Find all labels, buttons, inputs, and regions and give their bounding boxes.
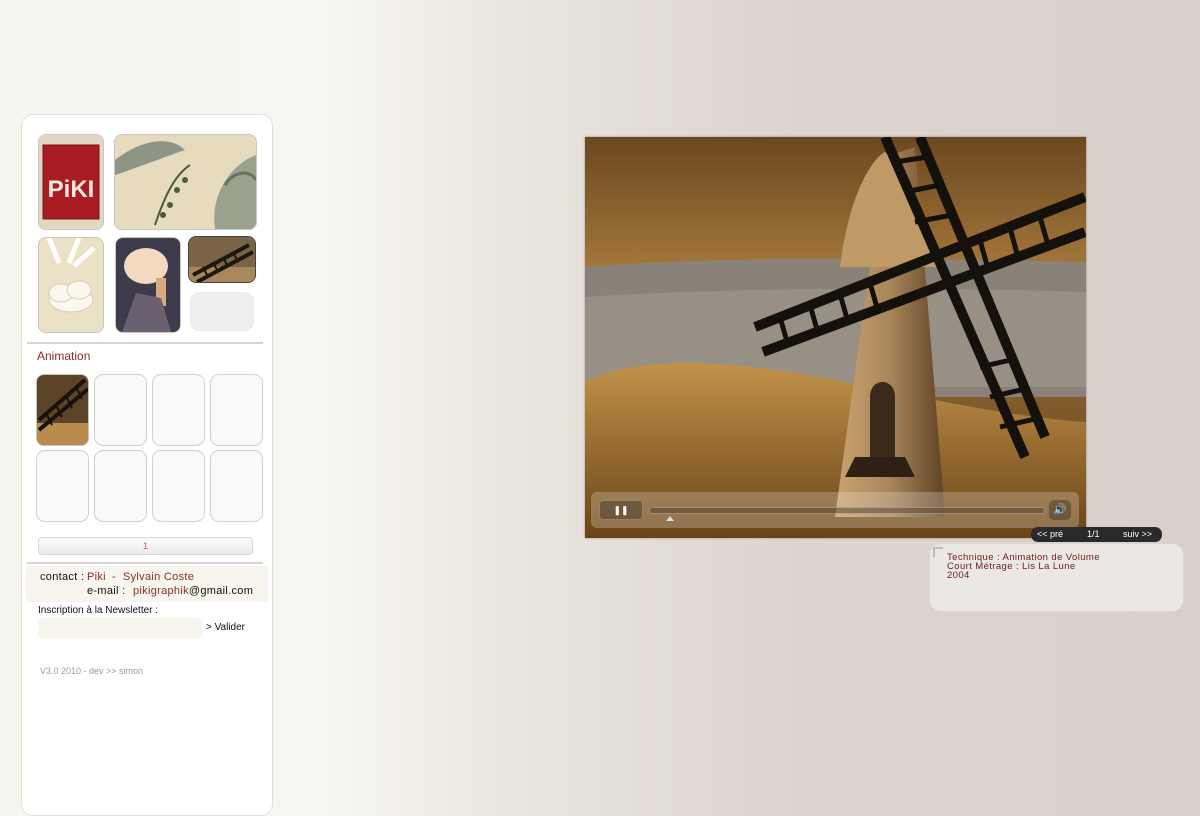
player-controls: ❚❚ 🔊 bbox=[591, 492, 1079, 528]
gallery-slot-empty bbox=[94, 450, 147, 522]
prev-button[interactable]: << pré bbox=[1037, 527, 1063, 542]
gallery-slot-empty bbox=[152, 374, 205, 446]
video-frame bbox=[585, 137, 1086, 538]
gallery-pager[interactable]: 1 bbox=[38, 537, 253, 555]
gallery-slot-empty bbox=[36, 450, 89, 522]
item-counter: 1/1 bbox=[1087, 529, 1100, 539]
gallery-slot-empty bbox=[152, 450, 205, 522]
email-link[interactable]: pikigraphik@gmail.com bbox=[133, 585, 253, 597]
page-number[interactable]: 1 bbox=[143, 541, 148, 551]
newsletter-email-input[interactable] bbox=[38, 618, 202, 638]
section-title: Animation bbox=[37, 349, 91, 363]
gallery-slot-empty bbox=[210, 374, 263, 446]
contact-label: contact : bbox=[40, 571, 85, 583]
category-thumbnail-empty bbox=[190, 292, 254, 331]
sidebar-divider bbox=[27, 562, 263, 564]
sidebar-divider bbox=[27, 342, 263, 344]
email-label: e-mail : bbox=[87, 585, 126, 597]
email-user[interactable]: pikigraphik bbox=[133, 585, 189, 597]
logo-thumbnail[interactable]: PiKI bbox=[38, 134, 104, 230]
next-button[interactable]: suiv >> bbox=[1123, 527, 1152, 542]
category-thumbnail-clouds[interactable] bbox=[38, 237, 104, 333]
progress-track[interactable] bbox=[649, 507, 1045, 514]
category-thumbnail-puppet[interactable] bbox=[115, 237, 181, 333]
category-thumbnail-drawing[interactable] bbox=[114, 134, 257, 230]
contact-block: contact : Piki - Sylvain Coste e-mail : … bbox=[26, 566, 268, 602]
contact-name-first[interactable]: Piki bbox=[87, 571, 106, 583]
newsletter-label: Inscription à la Newsletter : bbox=[38, 605, 159, 616]
pause-icon: ❚❚ bbox=[613, 505, 629, 515]
video-player[interactable]: ❚❚ 🔊 bbox=[585, 137, 1086, 538]
category-thumbnail-animation[interactable] bbox=[188, 236, 256, 283]
newsletter-submit-button[interactable]: > Valider bbox=[206, 622, 245, 633]
contact-separator: - bbox=[112, 571, 116, 583]
volume-button[interactable]: 🔊 bbox=[1049, 500, 1071, 520]
volume-icon: 🔊 bbox=[1053, 504, 1067, 516]
sidebar-panel: PiKI Animation 1 contact: Piki - Sylvai… bbox=[21, 114, 273, 816]
gallery-slot-empty bbox=[210, 450, 263, 522]
corner-bracket-icon bbox=[933, 547, 943, 557]
scrubber-handle[interactable] bbox=[666, 516, 674, 521]
gallery-thumbnail-windmill[interactable] bbox=[36, 374, 89, 446]
contact-name-second[interactable]: Sylvain Coste bbox=[123, 571, 194, 583]
gallery-slot-empty bbox=[94, 374, 147, 446]
media-navigation: << pré 1/1 suiv >> bbox=[1031, 527, 1162, 542]
footer-credits: V3.0 2010 - dev >> simon bbox=[40, 666, 144, 676]
info-year: 2004 bbox=[947, 570, 970, 581]
logo-text: PiKI bbox=[48, 176, 95, 203]
pause-button[interactable]: ❚❚ bbox=[599, 500, 643, 520]
media-info-box: Technique : Animation de Volume Court Mé… bbox=[929, 543, 1184, 612]
email-domain[interactable]: @gmail.com bbox=[189, 585, 253, 597]
